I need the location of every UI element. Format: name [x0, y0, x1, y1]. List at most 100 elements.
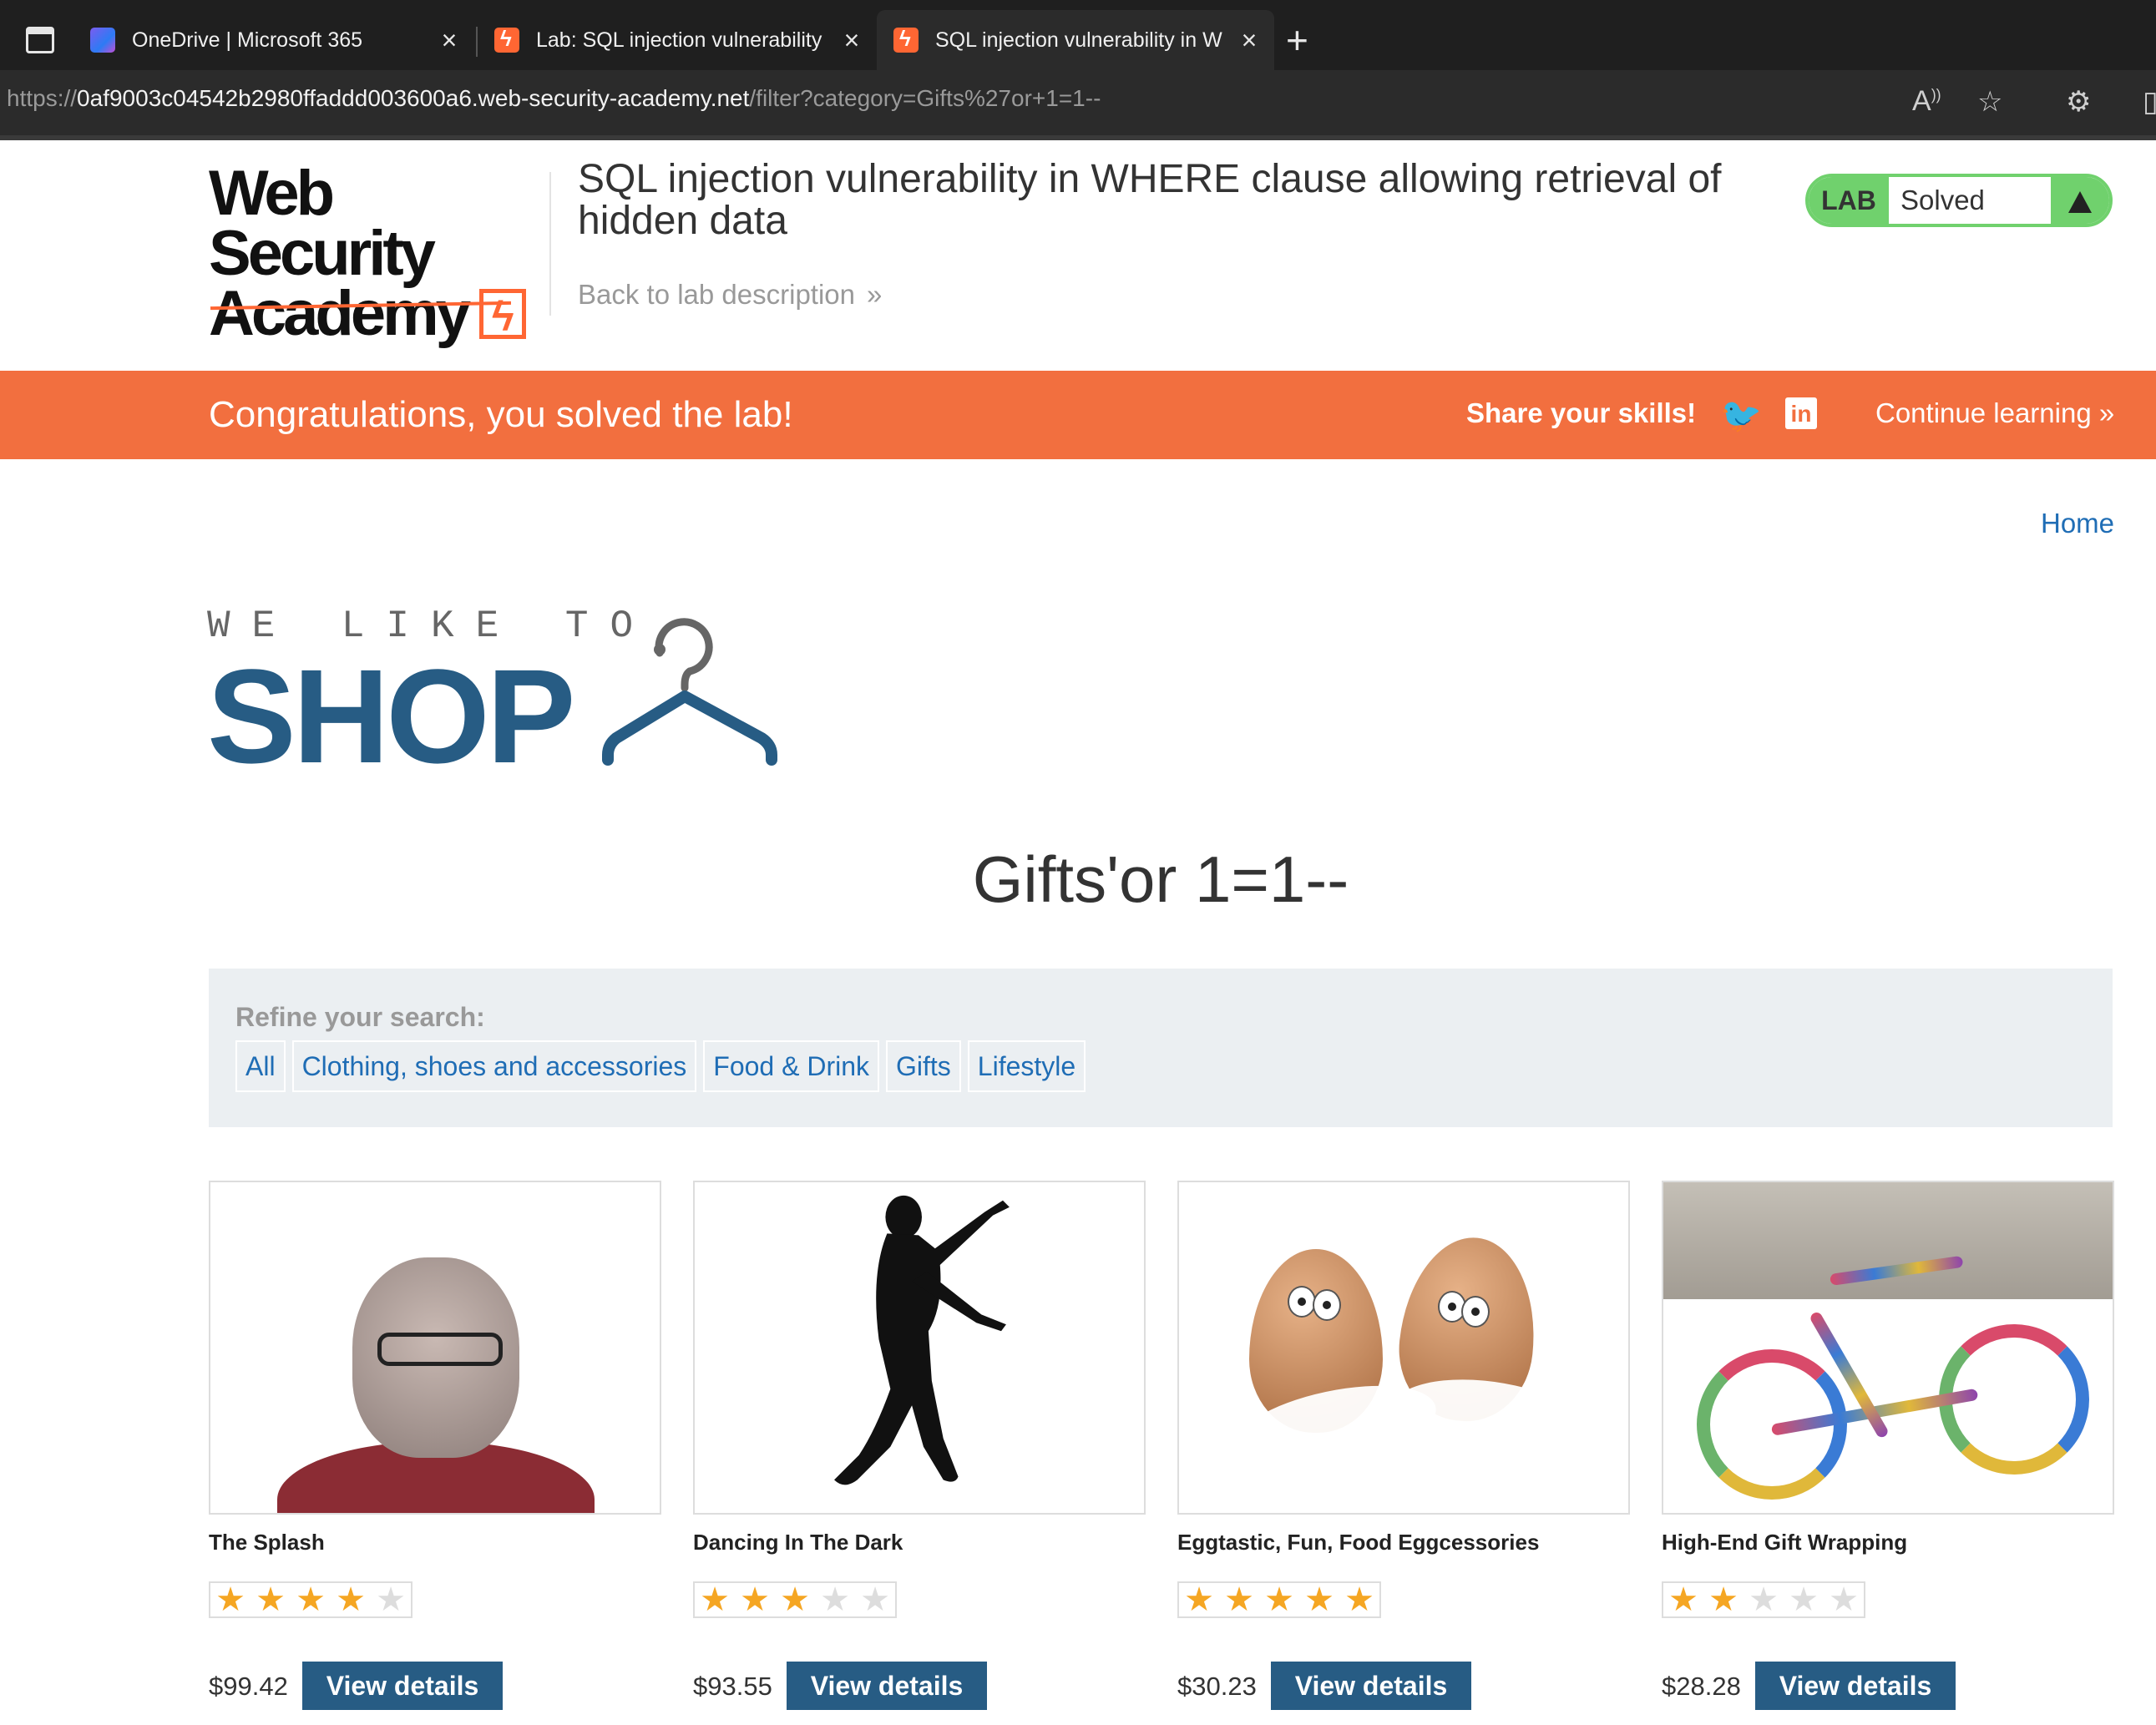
- category-filters: All Clothing, shoes and accessories Food…: [235, 1040, 1086, 1092]
- view-details-button[interactable]: View details: [1271, 1662, 1471, 1710]
- product-grid: The Splash ★ ★ ★ ★ ★ $99.42 View details Dan…: [209, 1181, 2118, 1715]
- continue-learning-link[interactable]: Continue learning »: [1875, 397, 2114, 429]
- refine-search-label: Refine your search:: [235, 1002, 485, 1032]
- view-details-button[interactable]: View details: [1755, 1662, 1956, 1710]
- lab-status-badge: LAB Solved: [1805, 174, 2113, 227]
- logo-line-2: Academy: [209, 278, 471, 349]
- product-image-splash: [209, 1181, 661, 1515]
- star-empty-icon: ★: [860, 1581, 890, 1618]
- product-image-dancing: [693, 1181, 1146, 1515]
- product-price: $28.28: [1662, 1672, 1741, 1701]
- extensions-icon[interactable]: ⚙: [2066, 85, 2091, 119]
- filter-all[interactable]: All: [235, 1040, 286, 1092]
- logo-line-1: Web Security: [209, 158, 436, 289]
- continue-learning-label: Continue learning: [1875, 397, 2092, 428]
- filter-food-drink[interactable]: Food & Drink: [703, 1040, 879, 1092]
- shop-logo-word: SHOP: [207, 641, 575, 791]
- url-scheme: https://: [7, 85, 78, 111]
- url-path: /filter?category=Gifts%27or+1=1--: [749, 85, 1101, 111]
- lab-title: SQL injection vulnerability in WHERE cla…: [578, 157, 1722, 243]
- view-details-button[interactable]: View details: [302, 1662, 503, 1710]
- star-empty-icon: ★: [1789, 1581, 1819, 1618]
- new-tab-icon[interactable]: +: [1286, 18, 1308, 62]
- home-link[interactable]: Home: [2041, 508, 2114, 539]
- star-empty-icon: ★: [1829, 1581, 1859, 1618]
- star-rating: ★ ★ ★ ★ ★: [693, 1581, 897, 1618]
- star-rating: ★ ★ ★ ★ ★: [1662, 1581, 1865, 1618]
- tab-title: Lab: SQL injection vulnerability: [536, 28, 822, 52]
- close-tab-icon[interactable]: ×: [433, 25, 466, 56]
- url-host: 0af9003c04542b2980ffaddd003600a6.web-sec…: [77, 85, 750, 111]
- star-empty-icon: ★: [820, 1581, 850, 1618]
- product-name: Dancing In The Dark: [693, 1530, 903, 1555]
- shop-logo: WE LIKE TO SHOP: [207, 605, 777, 783]
- header-divider: [549, 172, 551, 316]
- star-empty-icon: ★: [1749, 1581, 1779, 1618]
- solved-message: Congratulations, you solved the lab!: [209, 394, 793, 435]
- product-card: High-End Gift Wrapping ★ ★ ★ ★ ★ $28.28 View…: [1662, 1181, 2114, 1715]
- tab-lab-description[interactable]: Lab: SQL injection vulnerability ×: [478, 10, 877, 70]
- web-security-academy-logo[interactable]: Web Security Academy: [209, 158, 543, 349]
- star-filled-icon: ★: [1184, 1581, 1214, 1618]
- star-filled-icon: ★: [1344, 1581, 1374, 1618]
- product-price: $99.42: [209, 1672, 288, 1701]
- filter-clothing[interactable]: Clothing, shoes and accessories: [291, 1040, 697, 1092]
- star-rating: ★ ★ ★ ★ ★: [1177, 1581, 1381, 1618]
- browser-tab-bar: OneDrive | Microsoft 365 × Lab: SQL inje…: [0, 0, 2156, 70]
- read-aloud-icon[interactable]: A)): [1912, 85, 1941, 118]
- view-details-button[interactable]: View details: [787, 1662, 987, 1710]
- product-card: Dancing In The Dark ★ ★ ★ ★ ★ $93.55 View de…: [693, 1181, 1146, 1715]
- filter-gifts[interactable]: Gifts: [886, 1040, 961, 1092]
- product-price: $93.55: [693, 1672, 772, 1701]
- split-screen-icon[interactable]: ▯: [2143, 85, 2156, 119]
- product-name: High-End Gift Wrapping: [1662, 1530, 1908, 1555]
- star-filled-icon: ★: [336, 1581, 366, 1618]
- star-filled-icon: ★: [1264, 1581, 1294, 1618]
- close-tab-icon[interactable]: ×: [835, 25, 868, 56]
- linkedin-icon[interactable]: in: [1785, 397, 1817, 429]
- star-rating: ★ ★ ★ ★ ★: [209, 1581, 412, 1618]
- category-title: Gifts'or 1=1--: [0, 842, 2156, 918]
- tab-title: OneDrive | Microsoft 365: [132, 28, 363, 52]
- address-bar[interactable]: https://0af9003c04542b2980ffaddd003600a6…: [0, 70, 2156, 140]
- star-filled-icon: ★: [1224, 1581, 1254, 1618]
- product-name: The Splash: [209, 1530, 325, 1555]
- tab-onedrive[interactable]: OneDrive | Microsoft 365 ×: [73, 10, 474, 70]
- lab-status-value: Solved: [1889, 177, 2051, 224]
- sidebar-toggle-icon[interactable]: [18, 18, 62, 62]
- twitter-icon[interactable]: 🐦: [1720, 396, 1762, 435]
- star-filled-icon: ★: [256, 1581, 286, 1618]
- star-empty-icon: ★: [376, 1581, 406, 1618]
- clothes-hanger-icon: [602, 618, 777, 766]
- double-chevron-right-icon: »: [2098, 397, 2115, 428]
- star-filled-icon: ★: [1708, 1581, 1738, 1618]
- tab-lab-active[interactable]: SQL injection vulnerability in W ×: [877, 10, 1274, 70]
- favorite-star-icon[interactable]: ☆: [1977, 85, 2002, 119]
- close-tab-icon[interactable]: ×: [1232, 25, 1266, 56]
- double-chevron-right-icon: »: [867, 279, 883, 310]
- tab-title: SQL injection vulnerability in W: [935, 28, 1222, 52]
- star-filled-icon: ★: [296, 1581, 326, 1618]
- onedrive-icon: [90, 28, 115, 53]
- star-filled-icon: ★: [215, 1581, 245, 1618]
- back-to-lab-description-link[interactable]: Back to lab description »: [578, 279, 882, 311]
- product-card: The Splash ★ ★ ★ ★ ★ $99.42 View details: [209, 1181, 661, 1715]
- refine-search-panel: Refine your search: All Clothing, shoes …: [209, 969, 2113, 1127]
- lab-header: Web Security Academy SQL injection vulne…: [0, 140, 2156, 371]
- back-link-label: Back to lab description: [578, 279, 856, 310]
- url-text[interactable]: https://0af9003c04542b2980ffaddd003600a6…: [7, 85, 1101, 112]
- star-filled-icon: ★: [1668, 1581, 1698, 1618]
- lightning-bolt-icon: [478, 286, 526, 347]
- filter-lifestyle[interactable]: Lifestyle: [967, 1040, 1086, 1092]
- star-filled-icon: ★: [1304, 1581, 1334, 1618]
- web-security-academy-icon: [494, 26, 519, 53]
- category-title-text: Gifts'or 1=1--: [972, 842, 1349, 916]
- product-image-bike: [1662, 1181, 2114, 1515]
- product-price: $30.23: [1177, 1672, 1257, 1701]
- solved-banner: Congratulations, you solved the lab! Sha…: [0, 371, 2156, 459]
- web-security-academy-icon: [893, 26, 919, 53]
- product-card: Eggtastic, Fun, Food Eggcessories ★ ★ ★ ★ ★ …: [1177, 1181, 1630, 1715]
- star-filled-icon: ★: [740, 1581, 770, 1618]
- lab-status-label: LAB: [1809, 177, 1889, 224]
- product-name: Eggtastic, Fun, Food Eggcessories: [1177, 1530, 1540, 1555]
